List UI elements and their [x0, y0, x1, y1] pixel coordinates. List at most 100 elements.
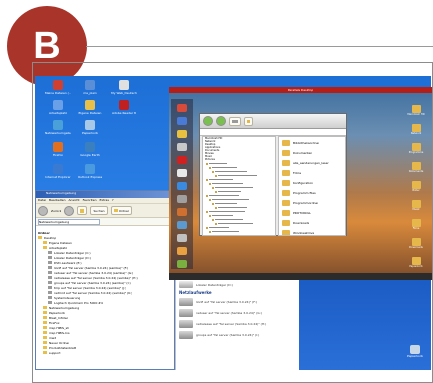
finder-tree-row[interactable] [203, 206, 275, 209]
finder-tree-row[interactable] [203, 218, 275, 221]
file-label: Konfiguration [293, 180, 314, 185]
up-folder-button[interactable] [77, 206, 88, 215]
tree-row-text [215, 219, 243, 220]
finder-tree-row[interactable] [203, 174, 275, 177]
dock-app-icon[interactable] [177, 247, 187, 255]
dock-app-icon[interactable] [177, 130, 187, 138]
finder-tree-row[interactable] [203, 210, 275, 213]
tree-row-text [212, 215, 233, 216]
tree-row-text [218, 175, 257, 176]
finder-tree-row[interactable] [203, 234, 275, 235]
desktop-icon-7[interactable]: Netzwerkumgebung [45, 120, 71, 135]
finder-tree-row[interactable] [203, 190, 275, 193]
finder-file-item[interactable]: Programm files [279, 188, 345, 197]
mac-desktop-icon[interactable]: Dokumente [405, 162, 427, 173]
finder-file-item[interactable]: Downloads [279, 218, 345, 227]
finder-tree-row[interactable] [203, 230, 275, 233]
mac-desktop-icon[interactable]: Downloads [405, 238, 427, 249]
desktop-icon-1[interactable]: Meine Dateien (…) [45, 80, 71, 95]
menu-file[interactable]: Datei [38, 198, 46, 203]
view-button[interactable] [229, 116, 241, 126]
dock-app-icon[interactable] [177, 221, 187, 229]
desktop-icon-10[interactable]: Google Earth [77, 142, 103, 157]
finder-file-item[interactable]: Fotos [279, 168, 345, 177]
mac-desktop-icon[interactable]: Musik [405, 200, 427, 211]
tree-row-text [218, 191, 241, 192]
finder-tree-row[interactable] [203, 162, 275, 165]
menu-help[interactable]: ? [112, 198, 114, 203]
tree-item-label: FireFox [49, 320, 60, 325]
finder-file-item[interactable]: Dokumenten [279, 148, 345, 157]
mac-desktop-icon[interactable]: Network [405, 124, 427, 135]
finder-file-item[interactable]: PROTOKOLL [279, 208, 345, 217]
mac-desktop-icon[interactable]: Macintosh HD [405, 105, 427, 116]
desktop-icon-8[interactable]: Papierkorb [77, 120, 103, 135]
dock-app-icon[interactable] [177, 208, 187, 216]
dock-app-icon[interactable] [177, 195, 187, 203]
forward-icon[interactable] [216, 116, 226, 126]
dock-app-icon[interactable] [177, 156, 187, 164]
search-button[interactable]: Suchen [90, 206, 108, 215]
trash-desktop-icon[interactable]: Papierkorb [403, 345, 427, 358]
top-item-2[interactable]: Lokaler Datenträger (D:) [176, 281, 300, 288]
mac-desktop-icon[interactable]: Programme [405, 143, 427, 154]
mac-desktop-icon[interactable]: Bilder [405, 181, 427, 192]
desktop-icon-9[interactable]: Firefox [45, 142, 71, 157]
folder-icon [215, 190, 217, 193]
finder-tree-row[interactable] [203, 194, 275, 197]
network-drive-1[interactable]: lionfl auf "fal server (Samba 3.0.24)" (… [176, 298, 300, 306]
desktop-icon-12[interactable]: Outlook Express [77, 164, 103, 179]
forward-button[interactable] [64, 205, 75, 216]
back-button[interactable] [38, 205, 48, 216]
dock-app-icon[interactable] [177, 117, 187, 125]
dock-app-icon[interactable] [177, 169, 187, 177]
dock-app-icon[interactable] [177, 104, 187, 112]
tree-row-text [209, 195, 239, 196]
finder-tree-row[interactable] [203, 226, 275, 229]
network-drive-icon [179, 320, 193, 328]
finder-file-item[interactable]: Programmordner [279, 198, 345, 207]
dock-app-icon[interactable] [177, 260, 187, 268]
menu-edit[interactable]: Bearbeiten [49, 198, 65, 203]
finder-file-item[interactable]: Bibliotheksordner [279, 138, 345, 147]
desktop-icon-4[interactable]: Arbeitsplatz [45, 100, 71, 115]
folders-button[interactable]: Ordner [110, 206, 133, 215]
desktop-icon-6[interactable]: Adobe Reader 8 [111, 100, 137, 115]
back-icon[interactable] [203, 116, 213, 126]
desktop-icon-2[interactable]: ma_plain [77, 80, 103, 95]
finder-sidebar-item[interactable]: Pictures [203, 158, 275, 161]
finder-tree-row[interactable] [203, 178, 275, 181]
finder-tree-row[interactable] [203, 202, 275, 205]
network-drive-4[interactable]: groups auf "fal server (Samba 3.0.24)" (… [176, 331, 300, 339]
folder-icon [43, 311, 47, 314]
menu-tools[interactable]: Extras [99, 198, 108, 203]
address-input[interactable]: Netzwerkumgebung [38, 218, 100, 225]
finder-file-item[interactable]: alle_aenderungen_leser [279, 158, 345, 167]
explorer-titlebar[interactable]: Netzwerkumgebung [36, 191, 174, 198]
network-drive-3[interactable]: netrelease auf "fal server (Samba 3.0.24… [176, 320, 300, 328]
menu-favorites[interactable]: Favoriten [83, 198, 97, 203]
tree-item[interactable]: support [38, 350, 176, 355]
desktop-icon-11[interactable]: Internet Explorer [45, 164, 71, 179]
mac-desktop-icon[interactable]: Filme [405, 219, 427, 230]
network-drive-2[interactable]: netuser auf "fal server (Samba 3.0.24)" … [176, 309, 300, 317]
finder-tree-row[interactable] [203, 186, 275, 189]
finder-file-item[interactable]: Konfiguration [279, 178, 345, 187]
menu-view[interactable]: Ansicht [69, 198, 80, 203]
dock-app-icon[interactable] [177, 234, 187, 242]
desktop-icon-5[interactable]: Eigene Dateien [77, 100, 103, 115]
firefox-icon [53, 142, 63, 152]
mac-desktop-icon[interactable]: Papierkorb [405, 257, 427, 268]
finder-tree-row[interactable] [203, 182, 275, 185]
folder-icon [282, 189, 290, 196]
action-button[interactable] [244, 116, 253, 126]
finder-file-item[interactable]: WindowsDrive [279, 228, 345, 235]
desktop-icon-3[interactable]: My Web_Deutsch [111, 80, 137, 95]
dock-app-icon[interactable] [177, 182, 187, 190]
dock-app-icon[interactable] [177, 143, 187, 151]
finder-tree-row[interactable] [203, 170, 275, 173]
finder-tree-row[interactable] [203, 198, 275, 201]
finder-tree-row[interactable] [203, 222, 275, 225]
finder-tree-row[interactable] [203, 214, 275, 217]
finder-tree-row[interactable] [203, 166, 275, 169]
